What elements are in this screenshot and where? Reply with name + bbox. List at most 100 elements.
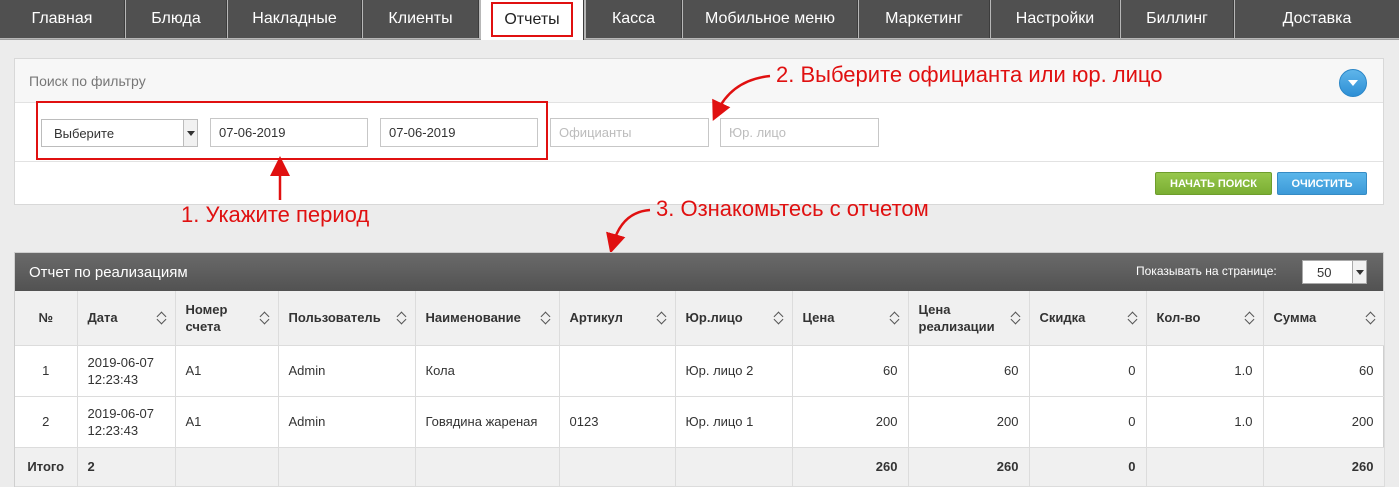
annotation-step-1: 1. Укажите период xyxy=(181,202,370,227)
sort-icon[interactable] xyxy=(1366,311,1376,325)
column-header[interactable]: Кол-во xyxy=(1146,291,1264,346)
tab-clients[interactable]: Клиенты xyxy=(363,0,479,38)
dropdown-arrow-icon[interactable] xyxy=(1352,261,1366,283)
column-header[interactable]: Артикул xyxy=(559,291,676,346)
sort-icon[interactable] xyxy=(890,311,900,325)
tab-settings[interactable]: Настройки xyxy=(991,0,1120,38)
tab-delivery[interactable]: Доставка xyxy=(1235,0,1399,38)
column-header[interactable]: Пользователь xyxy=(278,291,416,346)
period-select-value: Выберите xyxy=(54,126,115,141)
legal-entity-input[interactable] xyxy=(720,118,879,147)
sort-icon[interactable] xyxy=(774,311,784,325)
per-page-label: Показывать на странице: xyxy=(1136,264,1277,278)
column-header[interactable]: Дата xyxy=(77,291,176,346)
cell-item: Говядина жареная xyxy=(415,396,560,448)
cell-item: Кола xyxy=(415,345,560,397)
collapse-button[interactable] xyxy=(1339,69,1367,97)
cell-number: 1 xyxy=(15,345,78,397)
tab-invoices[interactable]: Накладные xyxy=(228,0,362,38)
tab-reports[interactable]: Отчеты xyxy=(481,0,584,40)
sort-icon[interactable] xyxy=(657,311,667,325)
tab-home[interactable]: Главная xyxy=(0,0,125,38)
total-empty xyxy=(559,447,676,487)
chevron-down-icon xyxy=(1348,80,1358,86)
report-panel: Отчет по реализациям Показывать на стран… xyxy=(14,252,1385,487)
date-from-input[interactable] xyxy=(210,118,368,147)
cell-date: 2019-06-07 12:23:43 xyxy=(77,396,176,448)
column-header[interactable]: Наименование xyxy=(415,291,560,346)
cell-article: 0123 xyxy=(559,396,676,448)
cell-price: 60 xyxy=(792,345,909,397)
column-header[interactable]: Сумма xyxy=(1263,291,1385,346)
total-count: 2 xyxy=(77,447,176,487)
cell-date: 2019-06-07 12:23:43 xyxy=(77,345,176,397)
table-row: 1 2019-06-07 12:23:43 A1 Admin Кола Юр. … xyxy=(15,345,1385,397)
column-header[interactable]: Цена реализации xyxy=(908,291,1030,346)
sort-icon[interactable] xyxy=(541,311,551,325)
cell-discount: 0 xyxy=(1029,396,1147,448)
cell-legal: Юр. лицо 1 xyxy=(675,396,793,448)
cell-user: Admin xyxy=(278,396,416,448)
cell-sale-price: 200 xyxy=(908,396,1030,448)
column-header[interactable]: Цена xyxy=(792,291,909,346)
tab-marketing[interactable]: Маркетинг xyxy=(859,0,990,38)
total-label: Итого xyxy=(15,447,78,487)
cell-bill: A1 xyxy=(175,345,279,397)
total-sum: 260 xyxy=(1263,447,1385,487)
table-header-row: № Дата Номер счета Пользователь Наименов… xyxy=(15,291,1385,346)
filter-row: Выберите xyxy=(15,103,1383,162)
annotation-step-3: 3. Ознакомьтесь с отчетом xyxy=(656,196,929,221)
total-discount: 0 xyxy=(1029,447,1147,487)
column-header[interactable]: Скидка xyxy=(1029,291,1147,346)
arrow-step-3 xyxy=(606,208,651,254)
dropdown-arrow-icon[interactable] xyxy=(183,120,197,146)
total-row: Итого 2 260 260 0 260 xyxy=(15,447,1385,487)
cell-legal: Юр. лицо 2 xyxy=(675,345,793,397)
cell-sale-price: 60 xyxy=(908,345,1030,397)
cell-quantity: 1.0 xyxy=(1146,345,1264,397)
sort-icon[interactable] xyxy=(397,311,407,325)
total-empty xyxy=(175,447,279,487)
sort-icon[interactable] xyxy=(157,311,167,325)
sort-icon[interactable] xyxy=(260,311,270,325)
cell-article xyxy=(559,345,676,397)
column-header: № xyxy=(15,291,78,346)
tab-billing[interactable]: Биллинг xyxy=(1121,0,1234,38)
filter-header: Поиск по фильтру xyxy=(15,59,1383,103)
total-empty xyxy=(278,447,416,487)
cell-user: Admin xyxy=(278,345,416,397)
waiters-input[interactable] xyxy=(550,118,709,147)
tab-mobile-menu[interactable]: Мобильное меню xyxy=(683,0,858,38)
top-nav: Главная Блюда Накладные Клиенты Отчеты К… xyxy=(0,0,1399,40)
total-price: 260 xyxy=(792,447,909,487)
period-select[interactable]: Выберите xyxy=(41,119,198,147)
clear-button[interactable]: ОЧИСТИТЬ xyxy=(1277,172,1367,195)
column-header[interactable]: Номер счета xyxy=(175,291,279,346)
tab-dishes[interactable]: Блюда xyxy=(126,0,227,38)
report-table: № Дата Номер счета Пользователь Наименов… xyxy=(15,291,1385,487)
annotation-step-2: 2. Выберите официанта или юр. лицо xyxy=(776,62,1163,87)
cell-discount: 0 xyxy=(1029,345,1147,397)
column-header[interactable]: Юр.лицо xyxy=(675,291,793,346)
cell-price: 200 xyxy=(792,396,909,448)
total-empty xyxy=(415,447,560,487)
table-row: 2 2019-06-07 12:23:43 A1 Admin Говядина … xyxy=(15,396,1385,448)
total-sale-price: 260 xyxy=(908,447,1030,487)
sort-icon[interactable] xyxy=(1245,311,1255,325)
start-search-button[interactable]: НАЧАТЬ ПОИСК xyxy=(1155,172,1272,195)
sort-icon[interactable] xyxy=(1011,311,1021,325)
per-page-select[interactable]: 50 xyxy=(1302,260,1367,284)
sort-icon[interactable] xyxy=(1128,311,1138,325)
cell-sum: 200 xyxy=(1263,396,1385,448)
cell-quantity: 1.0 xyxy=(1146,396,1264,448)
tab-cashier[interactable]: Касса xyxy=(586,0,682,38)
report-title: Отчет по реализациям xyxy=(29,264,188,281)
per-page-value: 50 xyxy=(1317,265,1332,280)
report-header: Отчет по реализациям Показывать на стран… xyxy=(15,253,1383,291)
filter-panel: Поиск по фильтру Выберите НАЧАТЬ ПОИСК О… xyxy=(14,58,1384,205)
cell-bill: A1 xyxy=(175,396,279,448)
filter-title: Поиск по фильтру xyxy=(29,73,146,89)
cell-number: 2 xyxy=(15,396,78,448)
cell-sum: 60 xyxy=(1263,345,1385,397)
date-to-input[interactable] xyxy=(380,118,538,147)
